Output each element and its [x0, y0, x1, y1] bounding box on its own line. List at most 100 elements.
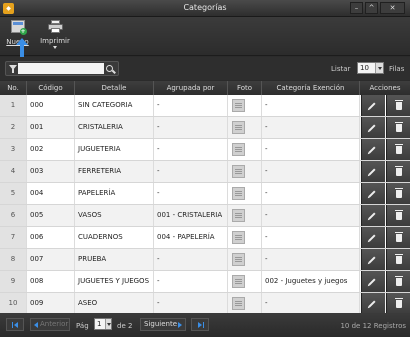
cell-codigo: 004: [27, 183, 75, 204]
listar-label: Listar: [331, 65, 351, 73]
next-icon: [178, 322, 182, 328]
delete-button[interactable]: [386, 271, 410, 292]
table-row[interactable]: 5 004 PAPELERÍA - -: [0, 183, 410, 205]
cell-exencion: -: [262, 95, 360, 116]
table-row[interactable]: 3 002 JUGUETERIA - -: [0, 139, 410, 161]
cell-no: 4: [0, 161, 27, 182]
pencil-icon: [368, 300, 376, 308]
cell-detalle: JUGUETES Y JUEGOS: [75, 271, 154, 292]
search-input[interactable]: [18, 63, 104, 74]
header-codigo[interactable]: Código: [27, 81, 75, 95]
filas-label: Filas: [389, 65, 405, 73]
prev-page-button[interactable]: Anterior: [30, 318, 70, 331]
edit-button[interactable]: [361, 117, 385, 138]
page-select[interactable]: 1: [94, 318, 112, 330]
table-row[interactable]: 2 001 CRISTALERIA - -: [0, 117, 410, 139]
cell-codigo: 008: [27, 271, 75, 292]
first-page-button[interactable]: [6, 318, 24, 331]
trash-icon: [395, 166, 403, 176]
cell-exencion: -: [262, 183, 360, 204]
filter-icon[interactable]: [9, 65, 17, 73]
cell-detalle: JUGUETERIA: [75, 139, 154, 160]
maximize-button[interactable]: ^: [365, 2, 378, 14]
cell-detalle: CUADERNOS: [75, 227, 154, 248]
delete-button[interactable]: [386, 249, 410, 270]
table-row[interactable]: 4 003 FERRETERIA - -: [0, 161, 410, 183]
table-row[interactable]: 6 005 VASOS 001 - CRISTALERIA -: [0, 205, 410, 227]
header-agrupada[interactable]: Agrupada por: [154, 81, 228, 95]
cell-detalle: FERRETERIA: [75, 161, 154, 182]
cell-exencion: -: [262, 117, 360, 138]
header-exencion[interactable]: Categoría Exención: [262, 81, 360, 95]
last-page-button[interactable]: [191, 318, 209, 331]
new-document-icon: +: [10, 20, 27, 35]
cell-no: 3: [0, 139, 27, 160]
table-row[interactable]: 8 007 PRUEBA - -: [0, 249, 410, 271]
edit-button[interactable]: [361, 227, 385, 248]
edit-button[interactable]: [361, 95, 385, 116]
edit-button[interactable]: [361, 183, 385, 204]
delete-button[interactable]: [386, 161, 410, 182]
edit-button[interactable]: [361, 161, 385, 182]
delete-button[interactable]: [386, 95, 410, 116]
cell-no: 7: [0, 227, 27, 248]
cell-codigo: 005: [27, 205, 75, 226]
imprimir-button[interactable]: Imprimir: [38, 20, 72, 54]
edit-button[interactable]: [361, 205, 385, 226]
photo-placeholder-icon: [232, 165, 245, 178]
cell-detalle: SIN CATEGORIA: [75, 95, 154, 116]
delete-button[interactable]: [386, 293, 410, 314]
table-row[interactable]: 9 008 JUGUETES Y JUEGOS - 002 - Juguetes y j…: [0, 271, 410, 293]
table-row[interactable]: 1 000 SIN CATEGORIA - -: [0, 95, 410, 117]
minimize-button[interactable]: –: [350, 2, 363, 14]
trash-icon: [395, 100, 403, 110]
next-page-button[interactable]: Siguiente: [140, 318, 186, 331]
page-select-value: 1: [97, 320, 102, 328]
categories-table: No. Código Detalle Agrupada por Foto Cat…: [0, 81, 410, 315]
delete-button[interactable]: [386, 205, 410, 226]
edit-button[interactable]: [361, 271, 385, 292]
cell-agrupada: 001 - CRISTALERIA: [154, 205, 228, 226]
cell-codigo: 001: [27, 117, 75, 138]
photo-placeholder-icon: [232, 99, 245, 112]
photo-placeholder-icon: [232, 231, 245, 244]
cell-exencion: -: [262, 161, 360, 182]
page-count-label: de 2: [117, 322, 133, 330]
close-button[interactable]: ✕: [380, 2, 405, 14]
delete-button[interactable]: [386, 139, 410, 160]
header-detalle[interactable]: Detalle: [75, 81, 154, 95]
edit-button[interactable]: [361, 249, 385, 270]
rows-per-page-select[interactable]: 10: [357, 62, 384, 74]
cell-detalle: PAPELERÍA: [75, 183, 154, 204]
chevron-down-icon: [53, 46, 57, 49]
header-no[interactable]: No.: [0, 81, 27, 95]
nuevo-button[interactable]: + Nuevo: [5, 20, 30, 54]
edit-button[interactable]: [361, 293, 385, 314]
photo-placeholder-icon: [232, 187, 245, 200]
photo-placeholder-icon: [232, 297, 245, 310]
cell-agrupada: -: [154, 95, 228, 116]
records-info: 10 de 12 Registros: [340, 322, 406, 330]
delete-button[interactable]: [386, 117, 410, 138]
first-page-icon: [12, 322, 13, 328]
toolbar: + Nuevo Imprimir: [0, 17, 410, 56]
header-foto[interactable]: Foto: [228, 81, 262, 95]
cell-agrupada: -: [154, 117, 228, 138]
search-icon[interactable]: [106, 65, 113, 72]
title-bar: ◆ Categorías – ^ ✕: [0, 0, 410, 17]
pager: Anterior Pág 1 de 2 Siguiente 10 de 12 R…: [0, 313, 410, 337]
photo-placeholder-icon: [232, 275, 245, 288]
pencil-icon: [368, 102, 376, 110]
edit-button[interactable]: [361, 139, 385, 160]
delete-button[interactable]: [386, 183, 410, 204]
delete-button[interactable]: [386, 227, 410, 248]
cell-agrupada: -: [154, 249, 228, 270]
cell-detalle: ASEO: [75, 293, 154, 314]
table-row[interactable]: 10 009 ASEO - -: [0, 293, 410, 315]
table-row[interactable]: 7 006 CUADERNOS 004 - PAPELERÍA -: [0, 227, 410, 249]
cell-detalle: CRISTALERIA: [75, 117, 154, 138]
photo-placeholder-icon: [232, 253, 245, 266]
cell-exencion: 002 - Juguetes y juegos: [262, 271, 360, 292]
cell-no: 10: [0, 293, 27, 314]
search-box: [5, 61, 119, 76]
